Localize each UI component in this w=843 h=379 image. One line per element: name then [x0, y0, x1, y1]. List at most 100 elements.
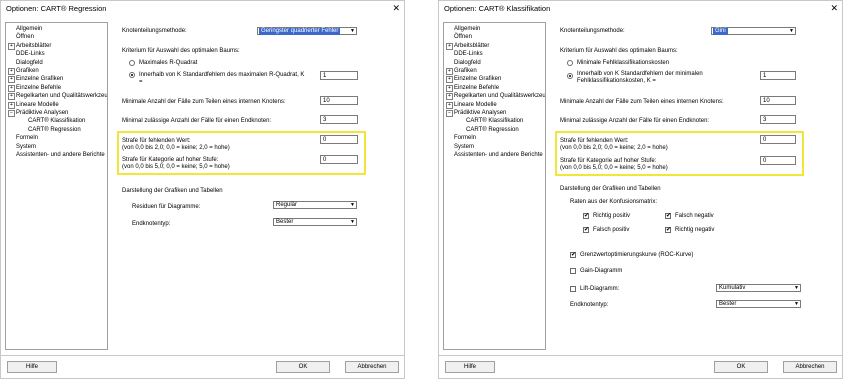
title-bar: Optionen: CART® Regression ✕	[1, 1, 404, 16]
min-cases-value: 10	[763, 98, 770, 104]
close-icon[interactable]: ✕	[392, 3, 400, 13]
collapse-icon[interactable]: −	[446, 110, 453, 117]
expand-icon[interactable]: +	[446, 68, 453, 75]
expand-icon[interactable]: +	[446, 93, 453, 101]
penalty-cat-input[interactable]: 0	[760, 156, 796, 165]
help-button[interactable]: Hilfe	[445, 361, 495, 373]
ok-button[interactable]: OK	[714, 361, 768, 373]
tree-item[interactable]: Öffnen	[454, 33, 472, 41]
tp-checkbox[interactable]: ✔	[583, 213, 589, 219]
cancel-button[interactable]: Abbrechen	[783, 361, 837, 373]
fp-checkbox[interactable]: ✔	[583, 227, 589, 233]
radio-k-stderr[interactable]	[567, 73, 573, 79]
gain-checkbox[interactable]	[570, 268, 576, 274]
tree-item[interactable]: Öffnen	[16, 33, 34, 41]
penalty-missing-input[interactable]: 0	[760, 135, 796, 144]
k-input[interactable]: 1	[760, 71, 796, 80]
collapse-icon[interactable]: −	[8, 110, 15, 117]
tree-item[interactable]: Arbeitsblätter	[454, 42, 489, 50]
min-cases-input[interactable]: 10	[760, 96, 796, 105]
expand-icon[interactable]: +	[8, 101, 15, 109]
tree-item[interactable]: CART® Klassifikation	[28, 117, 85, 125]
tree-item[interactable]: Formeln	[16, 134, 38, 142]
method-select-value: Gini	[713, 28, 728, 35]
lift-checkbox[interactable]	[570, 286, 576, 292]
min-end-input[interactable]: 3	[320, 115, 358, 124]
min-cases-label: Minimale Anzahl der Fälle zum Teilen ein…	[560, 99, 724, 105]
penalty-missing-value: 0	[323, 137, 327, 143]
tree-item[interactable]: Assistenten- und andere Berichte	[16, 151, 105, 159]
tree-item[interactable]: Einzelne Befehle	[454, 84, 499, 92]
ok-button[interactable]: OK	[276, 361, 330, 373]
options-tree[interactable]: Allgemein Öffnen + Arbeitsblätter DDE-Links D…	[443, 22, 546, 350]
tree-item[interactable]: Grafiken	[16, 67, 39, 75]
method-select-value: Geringster quadrierter Fehler	[259, 28, 341, 35]
fn-checkbox[interactable]: ✔	[665, 213, 671, 219]
min-end-input[interactable]: 3	[760, 115, 796, 124]
tree-item[interactable]: System	[454, 143, 474, 151]
options-tree[interactable]: Allgemein Öffnen + Arbeitsblätter DDE-Links D…	[5, 22, 108, 350]
tn-label: Richtig negativ	[675, 227, 715, 233]
expand-icon[interactable]: +	[446, 84, 453, 92]
residuals-label: Residuen für Diagramme:	[132, 204, 201, 210]
residuals-select[interactable]: Regulär ▼	[273, 201, 357, 209]
penalty-missing-input[interactable]: 0	[320, 135, 358, 144]
tree-item[interactable]: Prädiktive Analysen	[454, 109, 506, 117]
expand-icon[interactable]: +	[8, 84, 15, 92]
expand-icon[interactable]: +	[8, 68, 15, 75]
radio-max-rsq[interactable]	[129, 60, 135, 66]
tree-item[interactable]: Dialogfeld	[454, 59, 481, 67]
close-icon[interactable]: ✕	[830, 3, 838, 13]
tree-item[interactable]: DDE-Links	[16, 50, 45, 58]
expand-icon[interactable]: +	[446, 42, 453, 50]
penalty-cat-input[interactable]: 0	[320, 155, 358, 164]
method-select[interactable]: Geringster quadrierter Fehler ▼	[257, 27, 357, 35]
tree-item[interactable]: Lineare Modelle	[454, 101, 497, 109]
tree-item[interactable]: DDE-Links	[454, 50, 483, 58]
penalty-missing-value: 0	[763, 137, 767, 143]
footer-separator	[439, 355, 842, 356]
radio-k-stderr-label-2: =	[139, 79, 143, 85]
tree-item[interactable]: Grafiken	[454, 67, 477, 75]
display-label: Darstellung der Grafiken und Tabellen	[122, 188, 223, 194]
penalty-cat-value: 0	[323, 157, 327, 163]
tree-item[interactable]: Regelkarten und Qualitätswerkzeug	[16, 92, 107, 100]
k-input[interactable]: 1	[320, 71, 358, 80]
radio-min-cost[interactable]	[567, 60, 573, 66]
lift-select-value: Kumulativ	[719, 285, 746, 291]
tree-item[interactable]: Allgemein	[454, 25, 480, 33]
lift-select[interactable]: Kumulativ ▼	[716, 284, 801, 292]
expand-icon[interactable]: +	[8, 76, 15, 84]
tree-item[interactable]: Regelkarten und Qualitätswerkzeug	[454, 92, 545, 100]
tree-item[interactable]: Einzelne Grafiken	[16, 75, 63, 83]
tree-item[interactable]: Prädiktive Analysen	[16, 109, 68, 117]
tn-checkbox[interactable]: ✔	[665, 227, 671, 233]
expand-icon[interactable]: +	[446, 76, 453, 84]
tree-item[interactable]: Einzelne Grafiken	[454, 75, 501, 83]
radio-k-stderr-label-2: Fehlklassifikationskosten, K =	[577, 78, 656, 84]
method-select[interactable]: Gini ▼	[711, 27, 796, 35]
expand-icon[interactable]: +	[8, 42, 15, 50]
endnode-select[interactable]: Bester ▼	[716, 300, 801, 308]
k-input-value: 1	[323, 73, 327, 79]
tree-item[interactable]: Allgemein	[16, 25, 42, 33]
tree-item[interactable]: Arbeitsblätter	[16, 42, 51, 50]
expand-icon[interactable]: +	[8, 93, 15, 101]
roc-checkbox[interactable]: ✔	[570, 252, 576, 258]
expand-icon[interactable]: +	[446, 101, 453, 109]
tree-item[interactable]: Formeln	[454, 134, 476, 142]
tree-item[interactable]: Dialogfeld	[16, 59, 43, 67]
tree-item[interactable]: CART® Regression	[28, 126, 81, 134]
tree-item[interactable]: Einzelne Befehle	[16, 84, 61, 92]
radio-k-stderr[interactable]	[129, 72, 135, 78]
tree-item[interactable]: Assistenten- und andere Berichte	[454, 151, 543, 159]
tree-item[interactable]: Lineare Modelle	[16, 101, 59, 109]
min-cases-input[interactable]: 10	[320, 96, 358, 105]
help-button[interactable]: Hilfe	[7, 361, 57, 373]
tree-item[interactable]: CART® Klassifikation	[466, 117, 523, 125]
cancel-button[interactable]: Abbrechen	[345, 361, 399, 373]
endnode-select[interactable]: Bester ▼	[273, 218, 357, 226]
residuals-select-value: Regulär	[276, 202, 298, 208]
tree-item[interactable]: System	[16, 143, 36, 151]
tree-item[interactable]: CART® Regression	[466, 126, 519, 134]
